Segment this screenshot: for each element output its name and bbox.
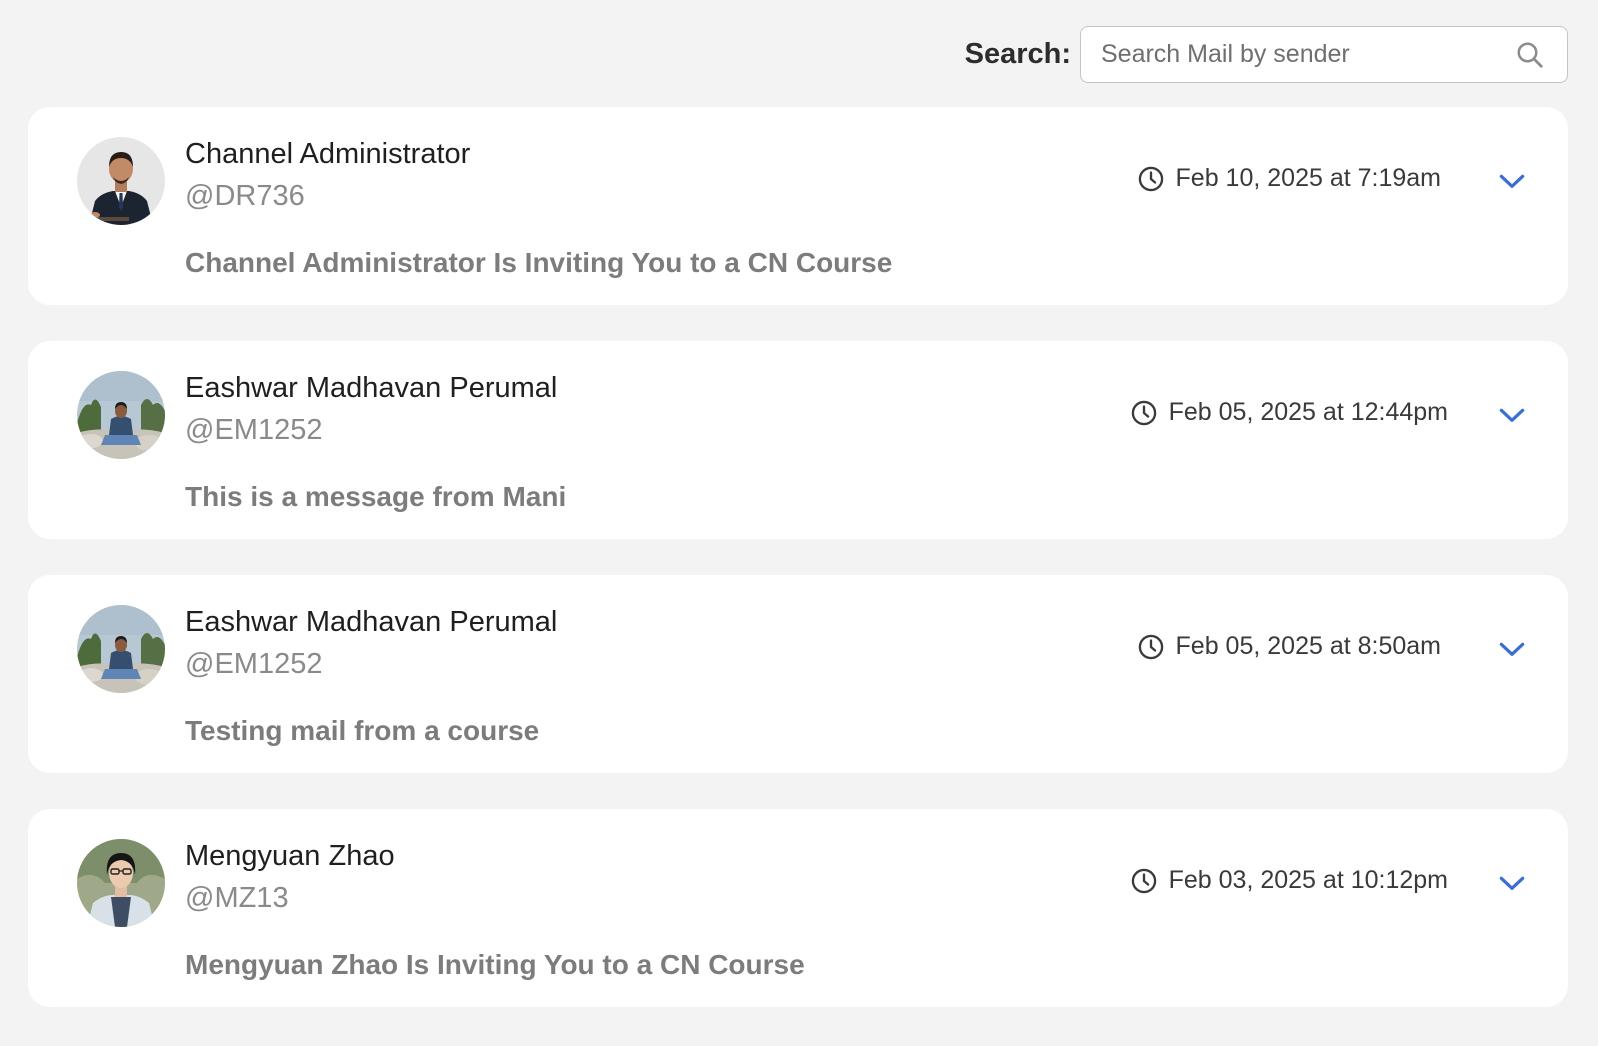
sender-name: Eashwar Madhavan Perumal xyxy=(185,606,558,638)
sender-name: Eashwar Madhavan Perumal xyxy=(185,372,558,404)
mail-meta: Feb 05, 2025 at 12:44pm xyxy=(1130,398,1448,427)
search-input[interactable] xyxy=(1081,27,1567,82)
mail-subject: Channel Administrator Is Inviting You to… xyxy=(185,247,893,278)
mail-meta: Feb 03, 2025 at 10:12pm xyxy=(1130,866,1448,895)
mail-timestamp: Feb 05, 2025 at 12:44pm xyxy=(1168,398,1448,426)
sender-handle: @EM1252 xyxy=(185,414,323,446)
clock-icon xyxy=(1138,166,1163,191)
mail-item[interactable]: Eashwar Madhavan Perumal @EM1252 Testing… xyxy=(28,575,1568,773)
avatar xyxy=(77,371,165,459)
avatar xyxy=(77,605,165,693)
mail-item[interactable]: Eashwar Madhavan Perumal @EM1252 This is… xyxy=(28,341,1568,539)
chevron-down-icon[interactable] xyxy=(1496,165,1528,197)
mail-timestamp: Feb 05, 2025 at 8:50am xyxy=(1175,632,1441,660)
chevron-down-icon[interactable] xyxy=(1496,867,1528,899)
search-box[interactable] xyxy=(1080,26,1568,83)
mail-item[interactable]: Channel Administrator @DR736 Channel Adm… xyxy=(28,107,1568,305)
sender-handle: @DR736 xyxy=(185,180,305,212)
mail-subject: Mengyuan Zhao Is Inviting You to a CN Co… xyxy=(185,949,805,980)
avatar xyxy=(77,839,165,927)
search-bar: Search: xyxy=(965,26,1568,83)
clock-icon xyxy=(1131,868,1156,893)
mail-meta: Feb 05, 2025 at 8:50am xyxy=(1137,632,1441,661)
mail-timestamp: Feb 03, 2025 at 10:12pm xyxy=(1168,866,1448,894)
sender-name: Mengyuan Zhao xyxy=(185,840,395,872)
mail-subject: Testing mail from a course xyxy=(185,715,540,746)
sender-handle: @EM1252 xyxy=(185,648,323,680)
mail-list: Channel Administrator @DR736 Channel Adm… xyxy=(28,107,1568,1043)
mail-timestamp: Feb 10, 2025 at 7:19am xyxy=(1175,164,1441,192)
search-icon[interactable] xyxy=(1515,40,1545,70)
chevron-down-icon[interactable] xyxy=(1496,633,1528,665)
sender-handle: @MZ13 xyxy=(185,882,289,914)
search-label: Search: xyxy=(964,38,1071,70)
mail-meta: Feb 10, 2025 at 7:19am xyxy=(1137,164,1441,193)
clock-icon xyxy=(1131,400,1156,425)
chevron-down-icon[interactable] xyxy=(1496,399,1528,431)
mail-item[interactable]: Mengyuan Zhao @MZ13 Mengyuan Zhao Is Inv… xyxy=(28,809,1568,1007)
sender-name: Channel Administrator xyxy=(185,138,471,170)
avatar xyxy=(77,137,165,225)
mail-subject: This is a message from Mani xyxy=(185,481,567,512)
clock-icon xyxy=(1138,634,1163,659)
